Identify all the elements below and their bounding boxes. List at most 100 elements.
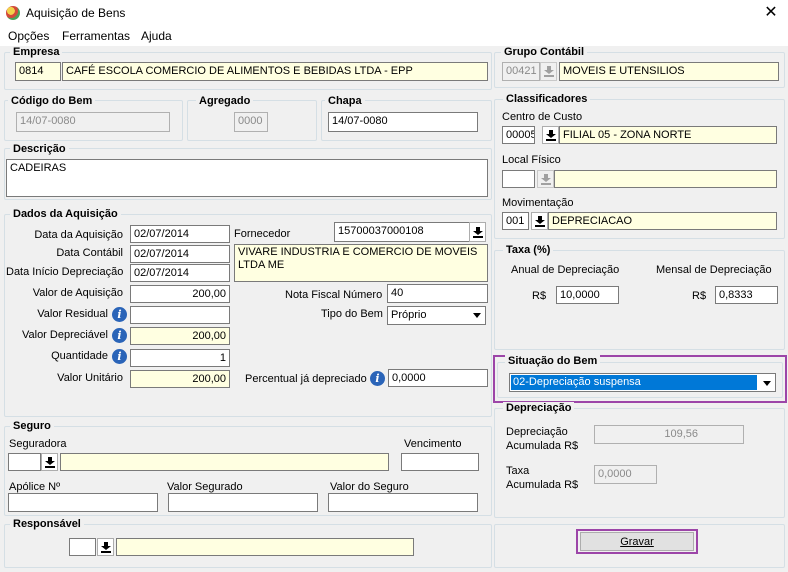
movimentacao-code-field[interactable]: 001 <box>502 212 529 230</box>
taxa-mensal-field[interactable]: 0,8333 <box>715 286 778 304</box>
vencimento-field[interactable] <box>401 453 479 471</box>
valor-residual-field[interactable] <box>130 306 230 324</box>
responsavel-name-field[interactable] <box>116 538 414 556</box>
depreciacao-acumulada-field: 109,56 <box>594 425 744 444</box>
depreciacao-legend: Depreciação <box>503 402 575 414</box>
nota-fiscal-field[interactable]: 40 <box>387 284 488 303</box>
data-aquisicao-field[interactable]: 02/07/2014 <box>130 225 230 243</box>
menu-opcoes[interactable]: Opções <box>8 29 49 43</box>
taxa-mensal-currency: R$ <box>692 290 707 302</box>
valor-seguro-label: Valor do Seguro <box>330 481 409 493</box>
chapa-legend: Chapa <box>325 95 365 107</box>
situacao-legend: Situação do Bem <box>505 355 601 367</box>
vencimento-label: Vencimento <box>404 438 462 450</box>
quantidade-info-icon[interactable]: i <box>112 349 127 364</box>
responsavel-legend: Responsável <box>10 518 84 530</box>
chevron-down-icon[interactable] <box>470 308 484 322</box>
agregado-field: 0000 <box>234 112 268 132</box>
percentual-label: Percentual já depreciado <box>245 373 367 385</box>
save-button[interactable]: Gravar <box>580 532 694 551</box>
depreciacao-acumulada-label-1: Depreciação <box>506 426 568 438</box>
valor-unitario-field[interactable]: 200,00 <box>130 370 230 388</box>
chapa-field[interactable]: 14/07-0080 <box>328 112 478 132</box>
valor-residual-label: Valor Residual <box>37 308 108 320</box>
fornecedor-code-field[interactable]: 15700037000108 <box>334 222 470 242</box>
app-icon <box>6 6 20 20</box>
movimentacao-name-field[interactable]: DEPRECIACAO <box>548 212 777 230</box>
grupo-contabil-code-field: 00421 <box>502 62 540 81</box>
grupo-contabil-lookup-button <box>540 62 557 81</box>
tipo-bem-select[interactable]: Próprio <box>387 306 486 325</box>
valor-depreciavel-field[interactable]: 200,00 <box>130 327 230 345</box>
data-contabil-label: Data Contábil <box>56 247 123 259</box>
fornecedor-lookup-button[interactable] <box>469 222 486 242</box>
valor-aquisicao-label: Valor de Aquisição <box>32 287 123 299</box>
descricao-field[interactable]: CADEIRAS <box>6 159 488 197</box>
grupo-contabil-name-field[interactable]: MOVEIS E UTENSILIOS <box>559 62 779 81</box>
movimentacao-lookup-button[interactable] <box>531 212 548 230</box>
centro-custo-code-field[interactable]: 00005 <box>502 126 535 144</box>
menu-ajuda[interactable]: Ajuda <box>141 29 172 43</box>
nota-fiscal-label: Nota Fiscal Número <box>285 289 383 301</box>
local-fisico-lookup-button[interactable] <box>537 170 554 188</box>
fornecedor-name-field[interactable]: VIVARE INDUSTRIA E COMERCIO DE MOVEIS LT… <box>234 244 488 282</box>
local-fisico-code-field[interactable] <box>502 170 535 188</box>
valor-unitario-label: Valor Unitário <box>57 372 123 384</box>
seguradora-name-field[interactable] <box>60 453 389 471</box>
close-icon[interactable]: ✕ <box>757 2 785 24</box>
centro-custo-name-field[interactable]: FILIAL 05 - ZONA NORTE <box>559 126 777 144</box>
apolice-label: Apólice Nº <box>9 481 61 493</box>
data-contabil-field[interactable]: 02/07/2014 <box>130 245 230 263</box>
codigo-bem-field: 14/07-0080 <box>16 112 170 132</box>
seguradora-code-field[interactable] <box>8 453 41 471</box>
centro-custo-lookup-button[interactable] <box>542 126 559 144</box>
fornecedor-label: Fornecedor <box>234 228 291 240</box>
window-title: Aquisição de Bens <box>26 6 126 20</box>
valor-segurado-label: Valor Segurado <box>167 481 243 493</box>
data-inicio-label: Data Início Depreciação <box>6 266 124 278</box>
classificadores-legend: Classificadores <box>503 93 591 105</box>
valor-seguro-field[interactable] <box>328 493 478 512</box>
tipo-bem-value: Próprio <box>391 309 427 321</box>
grupo-contabil-legend: Grupo Contábil <box>501 46 588 58</box>
taxa-mensal-label: Mensal de Depreciação <box>656 264 772 276</box>
menu-ferramentas[interactable]: Ferramentas <box>62 29 130 43</box>
responsavel-code-field[interactable] <box>69 538 96 556</box>
situacao-selected-value: 02-Depreciação suspensa <box>511 375 757 390</box>
situacao-select[interactable]: 02-Depreciação suspensa <box>509 373 776 392</box>
seguro-legend: Seguro <box>10 420 54 432</box>
percentual-info-icon[interactable]: i <box>370 371 385 386</box>
responsavel-lookup-button[interactable] <box>97 538 114 556</box>
seguradora-lookup-button[interactable] <box>41 453 58 471</box>
descricao-legend: Descrição <box>10 143 69 155</box>
valor-depreciavel-label: Valor Depreciável <box>21 329 108 341</box>
taxa-acumulada-label-1: Taxa <box>506 465 530 477</box>
data-aquisicao-label: Data da Aquisição <box>34 229 123 241</box>
taxa-anual-label: Anual de Depreciação <box>511 264 620 276</box>
chevron-down-icon[interactable] <box>760 376 774 390</box>
aquisicao-legend: Dados da Aquisição <box>10 208 121 220</box>
apolice-field[interactable] <box>8 493 158 512</box>
depreciacao-acumulada-label-2: Acumulada R$ <box>506 440 579 452</box>
data-inicio-field[interactable]: 02/07/2014 <box>130 264 230 282</box>
quantidade-field[interactable]: 1 <box>130 349 230 367</box>
empresa-code-field[interactable]: 0814 <box>15 62 61 81</box>
empresa-name-field[interactable]: CAFÉ ESCOLA COMERCIO DE ALIMENTOS E BEBI… <box>62 62 488 81</box>
save-button-label: Gravar <box>620 535 654 548</box>
valor-segurado-field[interactable] <box>168 493 318 512</box>
valor-residual-info-icon[interactable]: i <box>112 307 127 322</box>
taxa-acumulada-field: 0,0000 <box>594 465 657 484</box>
taxa-anual-field[interactable]: 10,0000 <box>556 286 619 304</box>
local-fisico-name-field[interactable] <box>554 170 777 188</box>
seguradora-label: Seguradora <box>9 438 67 450</box>
centro-custo-label: Centro de Custo <box>502 111 583 123</box>
download-arrow-icon <box>534 215 545 227</box>
download-arrow-icon <box>100 541 111 553</box>
taxa-acumulada-label-2: Acumulada R$ <box>506 479 579 491</box>
valor-aquisicao-field[interactable]: 200,00 <box>130 285 230 303</box>
percentual-field[interactable]: 0,0000 <box>388 369 488 387</box>
tipo-bem-label: Tipo do Bem <box>321 308 383 320</box>
valor-depreciavel-info-icon[interactable]: i <box>112 328 127 343</box>
taxa-legend: Taxa (%) <box>503 244 554 256</box>
download-arrow-icon <box>44 456 55 468</box>
